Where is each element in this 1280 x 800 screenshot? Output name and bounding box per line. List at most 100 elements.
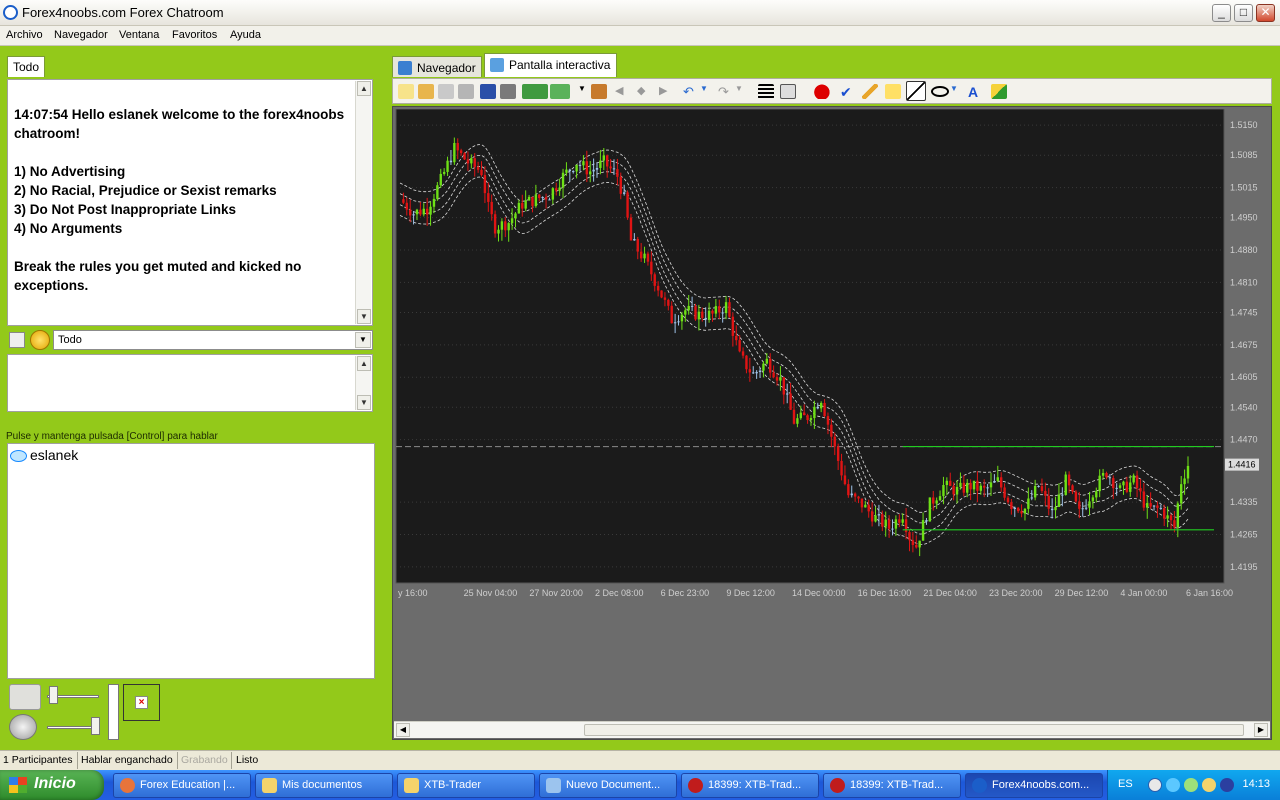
candle-body [453,142,456,163]
message-input[interactable]: ▲ ▼ [7,354,373,412]
paste-icon[interactable] [458,84,474,99]
bar-chart-icon[interactable] [591,84,607,99]
status-talking: Hablar enganchado [81,754,173,766]
new-file-icon[interactable] [398,84,414,99]
candle-body [1050,508,1054,511]
candle-body [568,169,572,172]
line-tool-icon[interactable] [906,81,926,101]
microphone-icon[interactable] [9,684,41,710]
diamond-icon[interactable]: ◆ [637,84,653,99]
maximize-button[interactable]: □ [1234,4,1253,22]
video-box[interactable]: × [123,684,160,721]
start-button[interactable]: Inicio [0,770,104,800]
monitor-arrow-icon[interactable] [522,84,548,99]
candle-body [483,175,487,194]
fill-icon[interactable] [991,84,1007,99]
arrow-left-icon[interactable]: ◀ [615,84,631,99]
candle-body [561,172,565,188]
minimize-button[interactable]: _ [1212,4,1231,22]
candle-body [599,160,602,168]
list-icon[interactable] [9,332,25,348]
candle-body [673,322,677,324]
taskbar-item-forex4noobs[interactable]: Forex4noobs.com... [965,773,1103,798]
candle-body [490,201,493,215]
scroll-thumb[interactable] [584,724,1244,736]
scroll-down-icon[interactable]: ▼ [357,309,371,324]
candle-body [687,305,690,311]
close-button[interactable]: ✕ [1256,4,1275,22]
smiley-icon[interactable] [30,330,50,350]
menu-archivo[interactable]: Archivo [6,29,43,41]
tray-chat-icon[interactable] [1166,778,1180,792]
open-folder-icon[interactable] [418,84,434,99]
message-input-scrollbar[interactable]: ▲ ▼ [355,356,371,410]
undo-icon[interactable]: ↶ [683,84,699,99]
tray-expand-icon[interactable] [1148,778,1162,792]
taskbar-item-xtb-trad-1[interactable]: 18399: XTB-Trad... [681,773,819,798]
document-icon [546,778,561,793]
scroll-down-icon[interactable]: ▼ [357,395,371,410]
language-indicator[interactable]: ES [1118,778,1133,790]
candle-body [962,482,966,493]
tab-navegador[interactable]: Navegador [392,56,482,77]
candle-body [1115,487,1118,489]
chart-area[interactable]: 1.5150 1.5085 1.5015 1.4950 1.4880 1.4810 1.47… [392,106,1272,740]
taskbar-item-firefox[interactable]: Forex Education |... [113,773,251,798]
text-tool-icon[interactable]: A [968,84,984,100]
mic-slider-handle[interactable] [49,686,58,704]
y-tick-label: 1.5085 [1230,150,1258,160]
speaker-slider-handle[interactable] [91,717,100,735]
status-ready: Listo [236,754,259,766]
copy-icon[interactable] [438,84,454,99]
candle-body [1125,481,1129,492]
ellipse-icon[interactable] [931,86,949,97]
chevron-down-icon[interactable]: ▼ [700,84,712,99]
pencil-icon[interactable] [862,84,878,99]
candle-body [826,416,830,425]
menu-ayuda[interactable]: Ayuda [230,29,261,41]
tab-todo[interactable]: Todo [7,56,46,77]
menu-ventana[interactable]: Ventana [119,29,159,41]
tray-network-icon[interactable] [1202,778,1216,792]
tray-messenger-icon[interactable] [1184,778,1198,792]
taskbar-item-mis-documentos[interactable]: Mis documentos [255,773,393,798]
chevron-down-icon[interactable]: ▼ [950,84,962,99]
chart-horizontal-scrollbar[interactable]: ◀ ▶ [394,721,1270,738]
grid-icon[interactable] [780,84,796,99]
arrow-right-icon[interactable]: ▶ [659,84,675,99]
taskbar-item-document[interactable]: Nuevo Document... [539,773,677,798]
scroll-up-icon[interactable]: ▲ [357,81,371,96]
line-width-icon[interactable] [758,84,774,99]
save-icon[interactable] [480,84,496,99]
candle-body [639,251,643,259]
candle-body [507,223,510,231]
candle-body [898,519,901,523]
chevron-down-icon[interactable]: ▼ [355,332,371,348]
redo-icon[interactable]: ↷ [718,84,734,99]
checkmark-icon[interactable]: ✔ [840,84,856,100]
tray-volume-icon[interactable] [1220,778,1234,792]
user-list-item[interactable]: eslanek [10,447,78,463]
chat-log-scrollbar[interactable]: ▲ ▼ [355,81,371,324]
tab-pantalla-interactiva[interactable]: Pantalla interactiva [484,53,618,77]
speaker-icon[interactable] [9,714,37,740]
candle-body [1081,508,1084,510]
candle-body [775,377,779,381]
laser-pointer-icon[interactable] [805,84,831,99]
candle-body [480,169,483,176]
taskbar-item-xtb[interactable]: XTB-Trader [397,773,535,798]
menu-favoritos[interactable]: Favoritos [172,29,217,41]
camera-icon[interactable] [500,84,516,99]
scroll-left-icon[interactable]: ◀ [396,723,410,737]
chevron-down-icon[interactable]: ▼ [578,84,590,99]
channel-select[interactable]: Todo ▼ [53,330,373,350]
candle-body [976,480,979,491]
taskbar-item-xtb-trad-2[interactable]: 18399: XTB-Trad... [823,773,961,798]
highlighter-icon[interactable] [885,84,901,99]
menu-navegador[interactable]: Navegador [54,29,108,41]
candle-body [911,540,915,545]
scroll-up-icon[interactable]: ▲ [357,356,371,371]
chevron-down-icon[interactable]: ▼ [735,84,747,99]
monitor-icon[interactable] [550,84,570,99]
scroll-right-icon[interactable]: ▶ [1254,723,1268,737]
